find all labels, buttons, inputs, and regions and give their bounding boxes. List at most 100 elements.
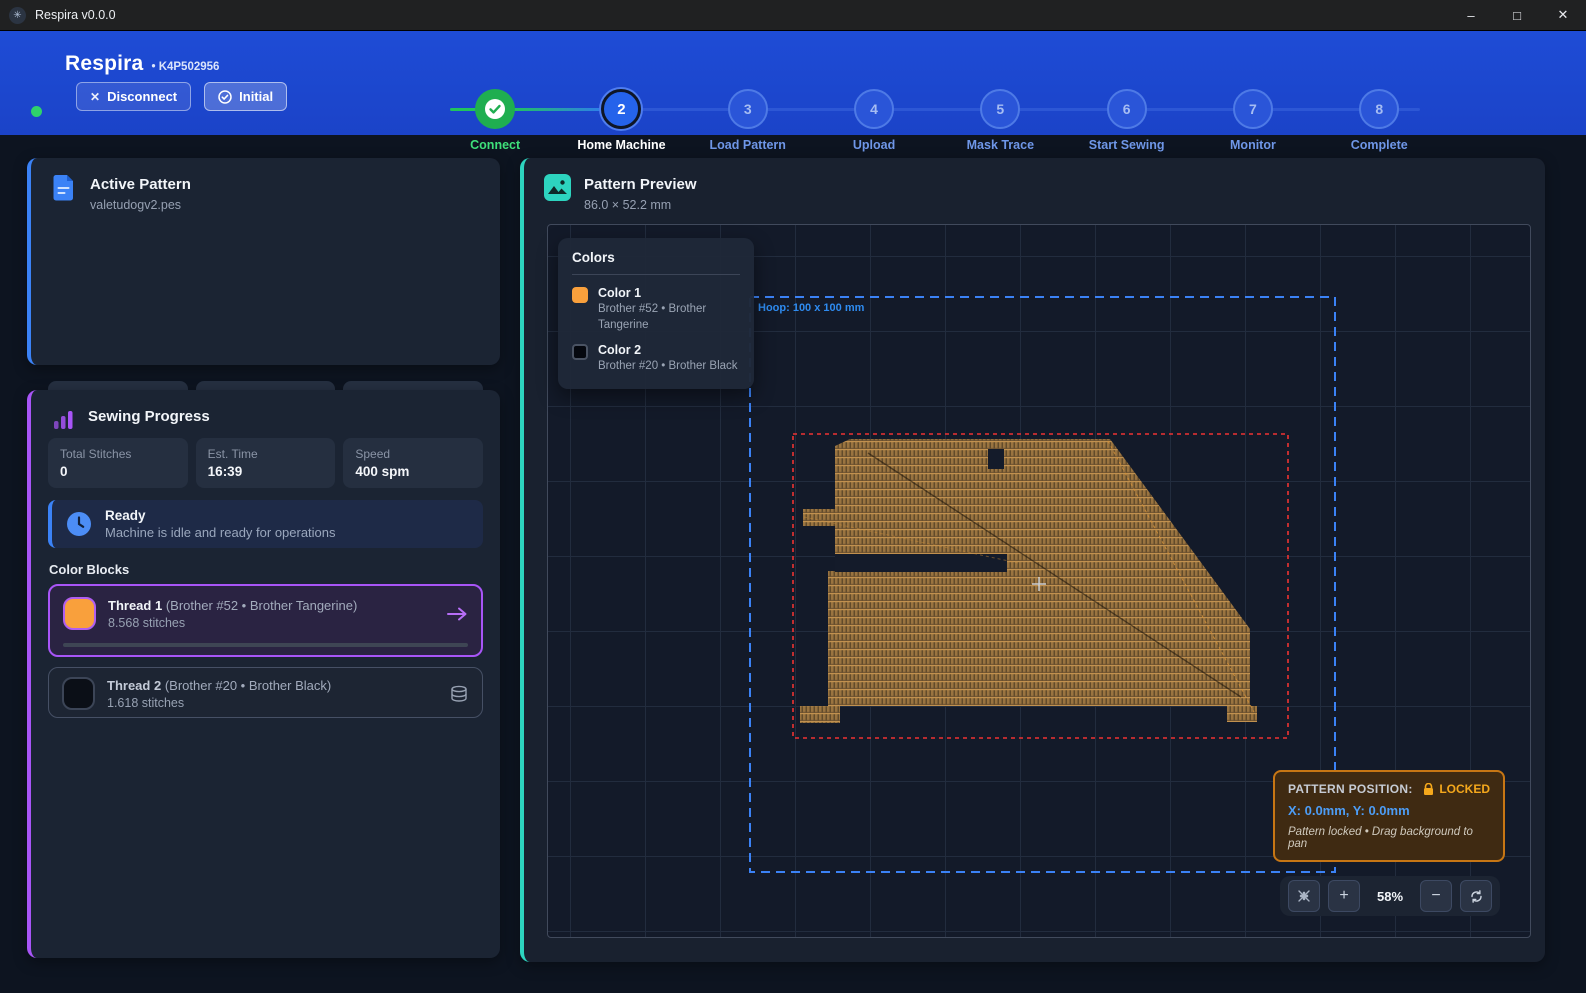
header-buttons: ✕ Disconnect Initial (76, 82, 287, 111)
minimize-button[interactable]: – (1448, 0, 1494, 31)
legend-swatch-black (572, 344, 588, 360)
stat-label: Speed (355, 447, 471, 461)
legend-divider (572, 274, 740, 275)
step-number: 2 (601, 89, 641, 129)
step-label: Complete (1351, 138, 1408, 152)
app-header: Respira • K4P502956 ✕ Disconnect Initial (0, 31, 1586, 135)
stat-label: Est. Time (208, 447, 324, 461)
step-label: Upload (853, 138, 895, 152)
step-load-pattern[interactable]: 3 Load Pattern (685, 89, 811, 152)
step-label: Connect (470, 138, 520, 152)
thread-1-progress-bar (63, 643, 468, 647)
app-window: ✳ Respira v0.0.0 – □ ✕ Respira • K4P5029… (0, 0, 1586, 993)
step-upload[interactable]: 4 Upload (811, 89, 937, 152)
maximize-button[interactable]: □ (1494, 0, 1540, 31)
arrow-right-icon (446, 606, 468, 622)
stat-value: 0 (60, 464, 176, 479)
pattern-preview-title: Pattern Preview (584, 174, 697, 193)
pattern-dimensions: 86.0 × 52.2 mm (584, 198, 697, 212)
thread-block-2[interactable]: Thread 2 (Brother #20 • Brother Black) 1… (48, 667, 483, 718)
step-complete[interactable]: 8 Complete (1316, 89, 1442, 152)
step-label: Load Pattern (710, 138, 786, 152)
legend-item-color-1: Color 1 Brother #52 • Brother Tangerine (572, 286, 740, 333)
serial-bullet: • (151, 61, 155, 73)
hoop-size-label: Hoop: 100 x 100 mm (758, 302, 864, 314)
stat-label: Total Stitches (60, 447, 176, 461)
thread-block-1[interactable]: Thread 1 (Brother #52 • Brother Tangerin… (48, 584, 483, 657)
pattern-position-label: PATTERN POSITION: (1288, 782, 1413, 796)
zoom-out-button[interactable]: − (1420, 880, 1452, 912)
step-label: Monitor (1230, 138, 1276, 152)
preview-canvas[interactable]: Hoop: 100 x 100 mm Colors Color 1 Brothe… (547, 224, 1531, 938)
step-start-sewing[interactable]: 6 Start Sewing (1063, 89, 1189, 152)
thread-stitch-count: 8.568 stitches (108, 616, 357, 630)
step-mask-trace[interactable]: 5 Mask Trace (937, 89, 1063, 152)
sewing-stats: Total Stitches 0 Est. Time 16:39 Speed 4… (48, 438, 483, 488)
window-controls: – □ ✕ (1448, 0, 1586, 31)
legend-color-detail: Brother #20 • Brother Black (598, 359, 738, 375)
status-description: Machine is idle and ready for operations (105, 525, 336, 540)
image-icon (544, 174, 571, 212)
serial-value: K4P502956 (159, 61, 220, 73)
close-x-icon: ✕ (90, 90, 100, 104)
sewing-progress-title: Sewing Progress (88, 406, 210, 432)
reset-view-button[interactable] (1460, 880, 1492, 912)
locked-badge: LOCKED (1423, 782, 1490, 796)
color-blocks-label: Color Blocks (49, 562, 129, 577)
step-connect[interactable]: Connect (432, 89, 558, 152)
pattern-filename: valetudogv2.pes (90, 198, 191, 212)
check-icon (484, 98, 506, 120)
step-home-machine[interactable]: 2 Home Machine (558, 89, 684, 152)
thread-detail: (Brother #20 • Brother Black) (165, 678, 331, 693)
file-icon (51, 174, 77, 212)
thread-1-swatch (63, 597, 96, 630)
step-label: Start Sewing (1089, 138, 1165, 152)
zoom-level: 58% (1368, 889, 1412, 904)
pattern-preview-card: Pattern Preview 86.0 × 52.2 mm (520, 158, 1545, 962)
lock-icon (1423, 783, 1434, 796)
refresh-icon (1469, 889, 1484, 904)
thread-detail: (Brother #52 • Brother Tangerine) (166, 598, 357, 613)
thread-stitch-count: 1.618 stitches (107, 696, 331, 710)
stat-speed: Speed 400 spm (343, 438, 483, 488)
thread-name: Thread 2 (107, 678, 161, 693)
status-title: Ready (105, 508, 336, 523)
disconnect-button[interactable]: ✕ Disconnect (76, 82, 191, 111)
legend-color-name: Color 1 (598, 286, 740, 300)
embroidery-pattern[interactable] (800, 439, 1257, 723)
close-button[interactable]: ✕ (1540, 0, 1586, 31)
active-pattern-title: Active Pattern (90, 174, 191, 193)
step-number: 6 (1107, 89, 1147, 129)
step-monitor[interactable]: 7 Monitor (1190, 89, 1316, 152)
brand-row: Respira • K4P502956 (65, 52, 219, 76)
step-number: 7 (1233, 89, 1273, 129)
stat-total-stitches: Total Stitches 0 (48, 438, 188, 488)
legend-item-color-2: Color 2 Brother #20 • Brother Black (572, 343, 740, 375)
colors-legend: Colors Color 1 Brother #52 • Brother Tan… (558, 238, 754, 389)
step-number: 3 (728, 89, 768, 129)
connection-status-dot (31, 106, 42, 117)
serial-number: • K4P502956 (151, 61, 219, 73)
titlebar: ✳ Respira v0.0.0 – □ ✕ (0, 0, 1586, 31)
zoom-toolbar: + 58% − (1280, 876, 1500, 916)
fit-to-view-button[interactable] (1288, 880, 1320, 912)
stat-value: 16:39 (208, 464, 324, 479)
initial-button[interactable]: Initial (204, 82, 287, 111)
stat-est-time: Est. Time 16:39 (196, 438, 336, 488)
legend-color-name: Color 2 (598, 343, 738, 357)
step-connect-circle (475, 89, 515, 129)
app-brand: Respira (65, 52, 143, 76)
sewing-progress-card: Sewing Progress Total Stitches 0 Est. Ti… (27, 390, 500, 958)
stepper: Connect 2 Home Machine 3 Load Pattern 4 … (432, 89, 1442, 152)
pattern-void (988, 449, 1004, 469)
legend-title: Colors (572, 250, 740, 265)
stat-value: 400 spm (355, 464, 471, 479)
locked-label: LOCKED (1439, 782, 1490, 796)
pan-hint: Pattern locked • Drag background to pan (1288, 826, 1490, 850)
disconnect-label: Disconnect (107, 89, 177, 104)
legend-swatch-orange (572, 287, 588, 303)
active-pattern-card: Active Pattern valetudogv2.pes Size 86.0… (27, 158, 500, 365)
layers-stack-icon (449, 685, 469, 703)
compress-icon (1297, 889, 1311, 903)
zoom-in-button[interactable]: + (1328, 880, 1360, 912)
